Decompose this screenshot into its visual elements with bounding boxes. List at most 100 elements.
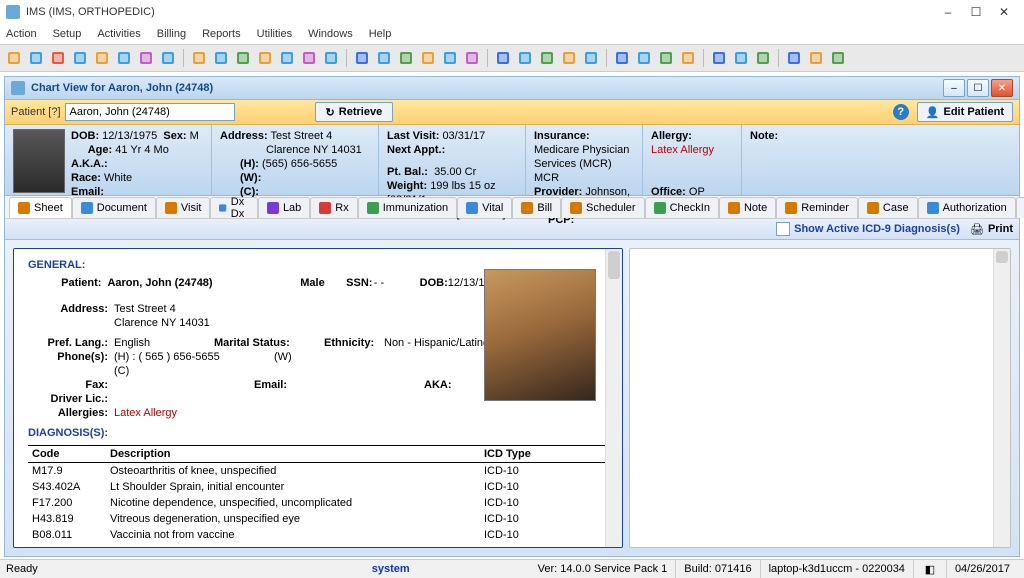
tab-checkin[interactable]: CheckIn — [645, 197, 719, 218]
toolbar-button-5[interactable] — [114, 48, 134, 68]
maximize-button[interactable]: ☐ — [962, 2, 990, 22]
tab-scheduler[interactable]: Scheduler — [561, 197, 645, 218]
toolbar-separator — [487, 49, 488, 67]
mdi-minimize-button[interactable]: – — [943, 79, 965, 97]
tab-referral[interactable]: Referral — [1016, 197, 1024, 218]
mdi-maximize-button[interactable]: ☐ — [967, 79, 989, 97]
mdi-close-button[interactable]: ✕ — [991, 79, 1013, 97]
table-row[interactable]: H43.819Vitreous degeneration, unspecifie… — [28, 511, 608, 527]
tab-label: Rx — [335, 202, 348, 214]
menu-help[interactable]: Help — [369, 28, 392, 40]
toolbar-button-1[interactable] — [26, 48, 46, 68]
sheet-scrollbar[interactable] — [605, 249, 622, 547]
toolbar-button-37[interactable] — [753, 48, 773, 68]
menu-windows[interactable]: Windows — [308, 28, 353, 40]
scroll-thumb[interactable] — [608, 251, 620, 279]
toolbar-button-24[interactable] — [493, 48, 513, 68]
toolbar-button-2[interactable] — [48, 48, 68, 68]
tab-note[interactable]: Note — [719, 197, 776, 218]
toolbar-button-41[interactable] — [828, 48, 848, 68]
sheet-addr1: Test Street 4 — [114, 303, 176, 315]
toolbar-button-12[interactable] — [255, 48, 275, 68]
toolbar-button-35[interactable] — [709, 48, 729, 68]
table-row[interactable]: M17.9Osteoarthritis of knee, unspecified… — [28, 463, 608, 480]
toolbar-button-19[interactable] — [396, 48, 416, 68]
toolbar-button-4[interactable] — [92, 48, 112, 68]
dx-desc: Lt Shoulder Sprain, initial encounter — [106, 479, 480, 495]
toolbar-button-33[interactable] — [678, 48, 698, 68]
tab-document[interactable]: Document — [72, 197, 156, 218]
minimize-button[interactable]: – — [934, 2, 962, 22]
sheet-aka-label: AKA: — [424, 379, 452, 391]
tab-icon — [867, 202, 879, 214]
menu-utilities[interactable]: Utilities — [257, 28, 292, 40]
sheet-dob-label: DOB: — [420, 277, 448, 301]
tab-lab[interactable]: Lab — [258, 197, 310, 218]
show-active-icd9-checkbox[interactable]: Show Active ICD-9 Diagnosis(s) — [776, 222, 960, 236]
menu-action[interactable]: Action — [6, 28, 37, 40]
table-row[interactable]: S43.402ALt Shoulder Sprain, initial enco… — [28, 479, 608, 495]
toolbar-button-32[interactable] — [656, 48, 676, 68]
phone-h: (H) : ( 565 ) 656-5655 — [114, 351, 274, 363]
toolbar-button-39[interactable] — [784, 48, 804, 68]
toolbar-button-36[interactable] — [731, 48, 751, 68]
retrieve-button[interactable]: ↻ Retrieve — [315, 102, 394, 122]
toolbar-button-13[interactable] — [277, 48, 297, 68]
toolbar-button-14[interactable] — [299, 48, 319, 68]
dx-type: ICD-10 — [480, 511, 608, 527]
tab-case[interactable]: Case — [858, 197, 918, 218]
status-system[interactable]: system — [372, 563, 410, 575]
toolbar-button-7[interactable] — [158, 48, 178, 68]
toolbar-button-22[interactable] — [462, 48, 482, 68]
toolbar-button-30[interactable] — [612, 48, 632, 68]
tab-rx[interactable]: Rx — [310, 197, 357, 218]
toolbar-button-20[interactable] — [418, 48, 438, 68]
tab-visit[interactable]: Visit — [156, 197, 211, 218]
menu-activities[interactable]: Activities — [97, 28, 140, 40]
menu-billing[interactable]: Billing — [157, 28, 186, 40]
toolbar-button-6[interactable] — [136, 48, 156, 68]
toolbar-button-21[interactable] — [440, 48, 460, 68]
tab-icon — [466, 202, 478, 214]
toolbar-button-40[interactable] — [806, 48, 826, 68]
tab-immunization[interactable]: Immunization — [358, 197, 457, 218]
edit-patient-button[interactable]: 👤 Edit Patient — [917, 102, 1013, 122]
insurance-line1: Medicare Physician — [534, 144, 629, 156]
tab-dx-dx[interactable]: Dx Dx — [210, 197, 257, 218]
toolbar-button-15[interactable] — [321, 48, 341, 68]
tab-bill[interactable]: Bill — [512, 197, 561, 218]
toolbar-button-27[interactable] — [559, 48, 579, 68]
toolbar-button-26[interactable] — [537, 48, 557, 68]
chart-tabbar: SheetDocumentVisitDx DxLab Rx Immunization… — [5, 196, 1019, 219]
ptbal-value: 35.00 Cr — [434, 166, 476, 178]
tab-reminder[interactable]: Reminder — [776, 197, 858, 218]
scroll-down-icon[interactable] — [996, 251, 1008, 263]
sidepanel-scrollbar[interactable] — [993, 249, 1010, 547]
table-row[interactable]: B08.011Vaccinia not from vaccineICD-10 — [28, 527, 608, 543]
print-button[interactable]: 🖨 Print — [970, 223, 1013, 236]
toolbar-button-0[interactable] — [4, 48, 24, 68]
side-notes-panel — [629, 248, 1011, 548]
help-icon[interactable]: ? — [893, 104, 909, 120]
tab-authorization[interactable]: Authorization — [918, 197, 1016, 218]
toolbar-button-10[interactable] — [211, 48, 231, 68]
tab-icon — [319, 202, 331, 214]
toolbar-button-3[interactable] — [70, 48, 90, 68]
tab-sheet[interactable]: Sheet — [9, 197, 72, 218]
toolbar-button-25[interactable] — [515, 48, 535, 68]
address-line1: Test Street 4 — [271, 130, 333, 142]
toolbar-button-11[interactable] — [233, 48, 253, 68]
toolbar-button-17[interactable] — [352, 48, 372, 68]
close-button[interactable]: ✕ — [990, 2, 1018, 22]
toolbar-button-18[interactable] — [374, 48, 394, 68]
menu-reports[interactable]: Reports — [202, 28, 241, 40]
tab-vital[interactable]: Vital — [457, 197, 512, 218]
toolbar-button-28[interactable] — [581, 48, 601, 68]
table-row[interactable]: F17.200Nicotine dependence, unspecified,… — [28, 495, 608, 511]
race-label: Race: — [71, 172, 101, 184]
patient-input[interactable]: Aaron, John (24748) — [65, 103, 235, 121]
toolbar-button-31[interactable] — [634, 48, 654, 68]
toolbar-button-9[interactable] — [189, 48, 209, 68]
menu-setup[interactable]: Setup — [53, 28, 82, 40]
dx-code: S43.402A — [28, 479, 106, 495]
